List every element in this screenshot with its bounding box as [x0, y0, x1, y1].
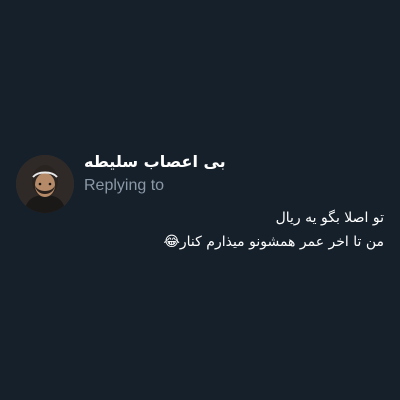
avatar-photo-icon [16, 155, 74, 213]
tweet-text-line: تو اصلا بگو یه ریال [275, 210, 384, 226]
tweet: بی اعصاب سلیطه Replying to تو اصلا بگو ی… [0, 0, 400, 400]
avatar[interactable] [16, 155, 74, 213]
author-display-name[interactable]: بی اعصاب سلیطه [84, 152, 226, 172]
tweet-text-line: من تا اخر عمر همشونو میذارم کنار😂 [163, 234, 384, 250]
replying-to-label: Replying to [84, 177, 165, 194]
tweet-text: تو اصلا بگو یه ریال من تا اخر عمر همشونو… [84, 206, 384, 254]
